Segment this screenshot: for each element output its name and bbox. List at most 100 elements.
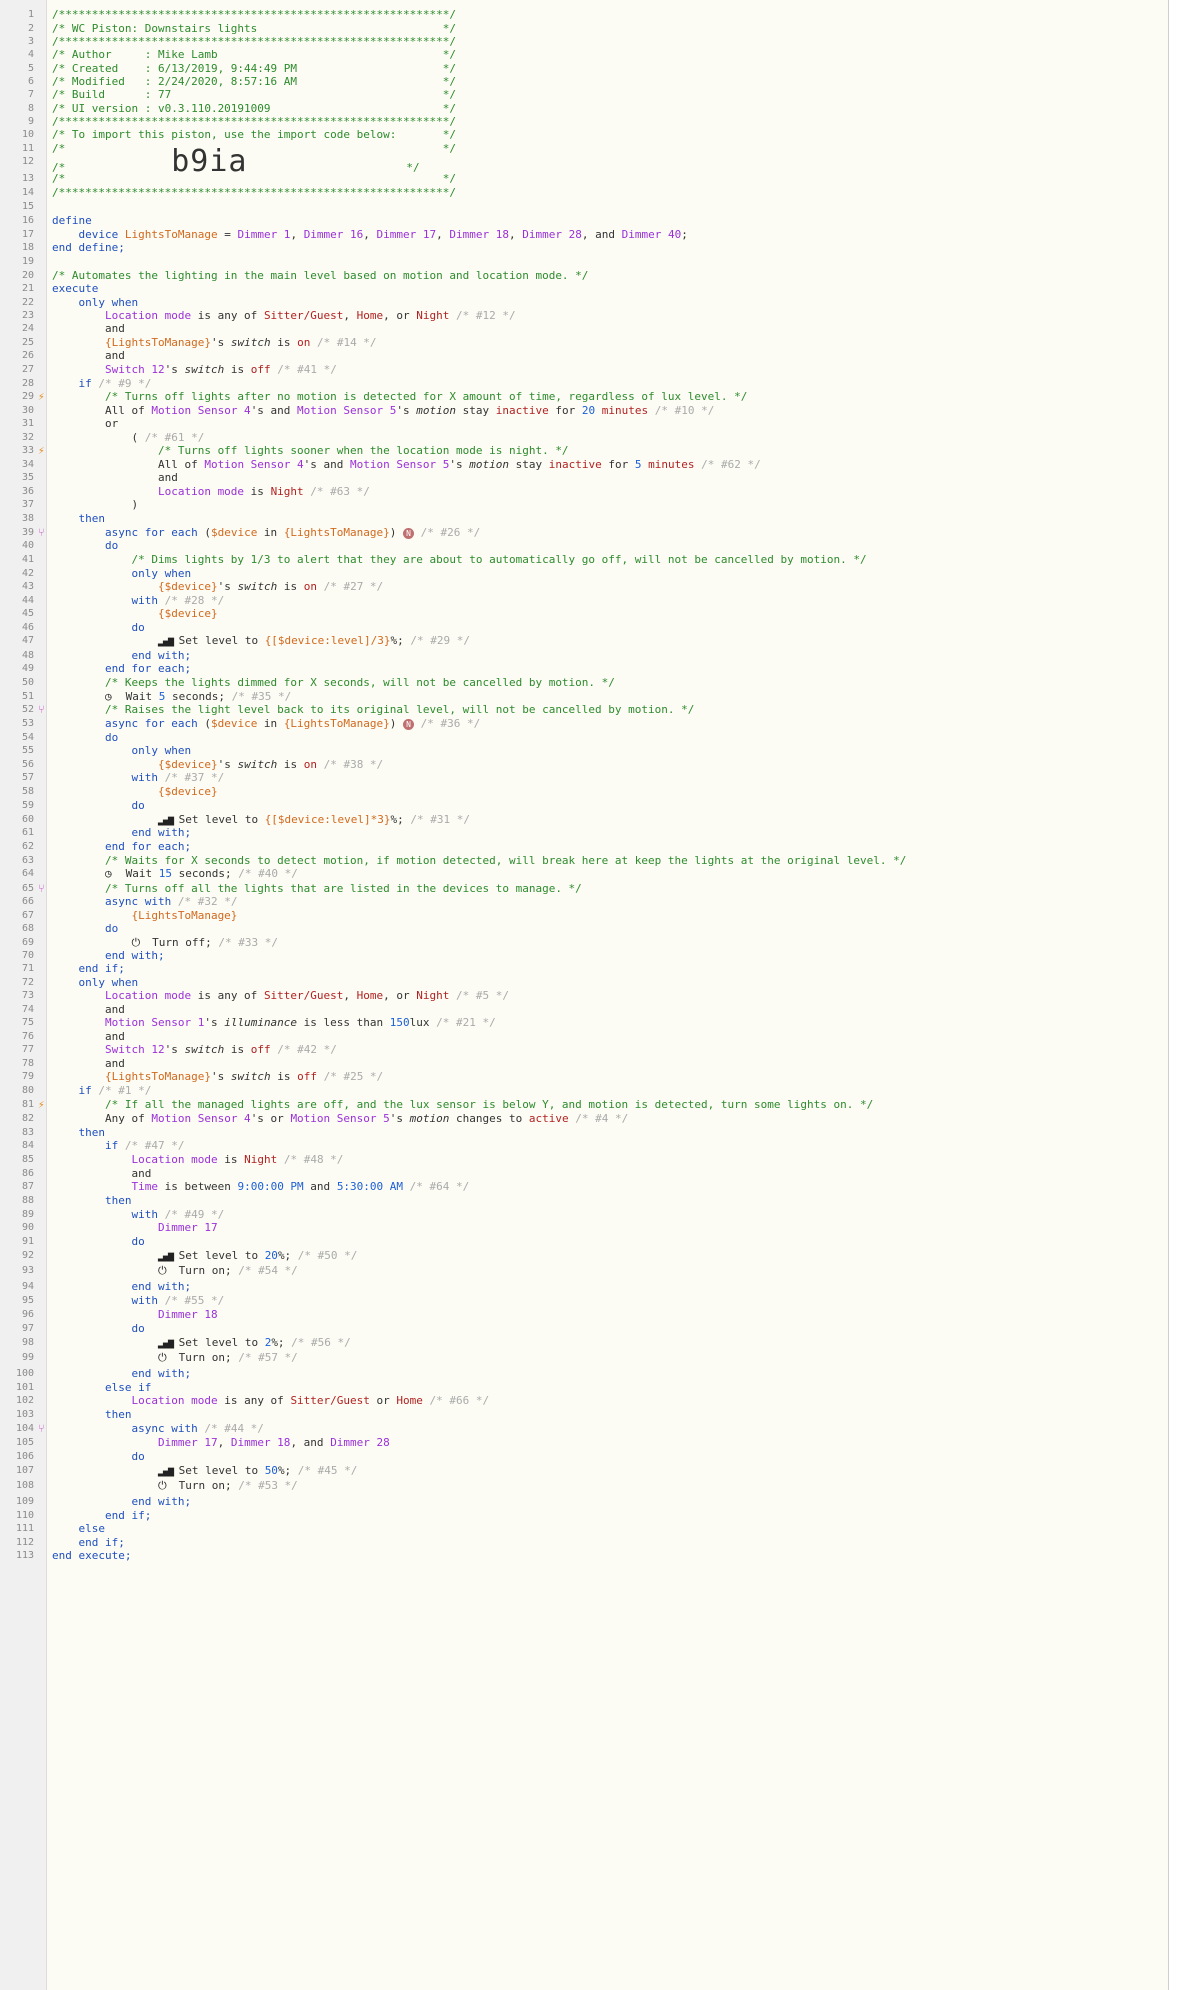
code-line[interactable]: Dimmer 18 xyxy=(52,1308,218,1322)
code-line[interactable]: Any of Motion Sensor 4's or Motion Senso… xyxy=(52,1112,628,1126)
code-line[interactable]: and xyxy=(52,1167,151,1181)
code-line[interactable]: end with; xyxy=(52,1495,191,1509)
code-line[interactable]: ▂▄▆ Set level to 50%; /* #45 */ xyxy=(52,1464,357,1479)
code-line[interactable]: then xyxy=(52,512,105,526)
code-line[interactable]: end if; xyxy=(52,1509,151,1523)
code-line[interactable]: do xyxy=(52,1235,144,1249)
code-line[interactable]: end execute; xyxy=(52,1549,131,1563)
code-line[interactable]: end with; xyxy=(52,949,165,963)
code-line[interactable]: /***************************************… xyxy=(52,35,456,49)
code-line[interactable]: only when xyxy=(52,976,138,990)
code-line[interactable]: with /* #37 */ xyxy=(52,771,224,785)
code-line[interactable]: with /* #55 */ xyxy=(52,1294,224,1308)
code-line[interactable]: with /* #28 */ xyxy=(52,594,224,608)
code-line[interactable]: then xyxy=(52,1126,105,1140)
code-line[interactable]: ⏻ Turn on; /* #57 */ xyxy=(52,1351,298,1365)
code-line[interactable]: /* Dims lights by 1/3 to alert that they… xyxy=(52,553,866,567)
code-line[interactable]: end with; xyxy=(52,1367,191,1381)
code-line[interactable]: Motion Sensor 1's illuminance is less th… xyxy=(52,1016,496,1030)
code-line[interactable]: /* Keeps the lights dimmed for X seconds… xyxy=(52,676,615,690)
code-line[interactable]: ◷ Wait 5 seconds; /* #35 */ xyxy=(52,690,291,704)
code-line[interactable]: ▂▄▆ Set level to {[$device:level]/3}%; /… xyxy=(52,634,470,649)
code-line[interactable]: end if; xyxy=(52,1536,124,1550)
code-line[interactable]: /* Turns off all the lights that are lis… xyxy=(52,882,582,896)
code-line[interactable]: {$device}'s switch is on /* #38 */ xyxy=(52,758,383,772)
lightning-bolt-icon[interactable]: ⚡ xyxy=(38,391,46,403)
code-line[interactable]: ◷ Wait 15 seconds; /* #40 */ xyxy=(52,867,298,881)
code-line[interactable]: end with; xyxy=(52,826,191,840)
code-line[interactable]: end for each; xyxy=(52,662,191,676)
code-line[interactable]: else if xyxy=(52,1381,151,1395)
code-line[interactable]: {LightsToManage}'s switch is off /* #25 … xyxy=(52,1070,383,1084)
async-fork-icon[interactable]: ⑂ xyxy=(38,883,46,895)
code-line[interactable]: only when xyxy=(52,296,138,310)
code-line[interactable]: else xyxy=(52,1522,105,1536)
code-line[interactable]: ( /* #61 */ xyxy=(52,431,204,445)
code-line[interactable]: or xyxy=(52,417,118,431)
async-fork-icon[interactable]: ⑂ xyxy=(38,1423,46,1435)
code-line[interactable]: /***************************************… xyxy=(52,115,456,129)
code-line[interactable]: if /* #9 */ xyxy=(52,377,151,391)
code-line[interactable]: async for each ($device in {LightsToMana… xyxy=(52,526,480,540)
code-line[interactable]: Location mode is any of Sitter/Guest or … xyxy=(52,1394,489,1408)
code-line[interactable]: with /* #49 */ xyxy=(52,1208,224,1222)
code-line[interactable]: /* UI version : v0.3.110.20191009 */ xyxy=(52,102,456,116)
code-line[interactable]: /* Raises the light level back to its or… xyxy=(52,703,694,717)
code-line[interactable]: /* Waits for X seconds to detect motion,… xyxy=(52,854,906,868)
code-line[interactable]: /***************************************… xyxy=(52,186,456,200)
code-line[interactable]: end define; xyxy=(52,241,125,255)
code-line[interactable]: and xyxy=(52,1030,125,1044)
code-line[interactable]: /* Author : Mike Lamb */ xyxy=(52,48,456,62)
code-line[interactable]: and xyxy=(52,322,125,336)
code-line[interactable]: only when xyxy=(52,744,191,758)
code-line[interactable]: All of Motion Sensor 4's and Motion Sens… xyxy=(52,458,761,472)
code-line[interactable]: {$device} xyxy=(52,607,218,621)
code-line[interactable]: /* Created : 6/13/2019, 9:44:49 PM */ xyxy=(52,62,456,76)
code-line[interactable]: then xyxy=(52,1194,132,1208)
code-line[interactable]: /* Turns off lights after no motion is d… xyxy=(52,390,747,404)
code-line[interactable]: /***************************************… xyxy=(52,8,456,22)
code-line[interactable]: Time is between 9:00:00 PM and 5:30:00 A… xyxy=(52,1180,469,1194)
code-line[interactable]: do xyxy=(52,731,118,745)
code-line[interactable]: ▂▄▆ Set level to 2%; /* #56 */ xyxy=(52,1336,351,1351)
code-line[interactable]: and xyxy=(52,471,178,485)
code-line[interactable]: Location mode is Night /* #63 */ xyxy=(52,485,370,499)
code-line[interactable]: do xyxy=(52,1450,144,1464)
code-line[interactable]: Location mode is Night /* #48 */ xyxy=(52,1153,343,1167)
code-line[interactable]: and xyxy=(52,1057,125,1071)
code-line[interactable]: end with; xyxy=(52,1280,191,1294)
async-fork-icon[interactable]: ⑂ xyxy=(38,527,46,539)
code-line[interactable]: if /* #1 */ xyxy=(52,1084,151,1098)
code-line[interactable]: {LightsToManage} xyxy=(52,909,237,923)
code-line[interactable]: /* To import this piston, use the import… xyxy=(52,128,456,142)
code-line[interactable]: /* Turns off lights sooner when the loca… xyxy=(52,444,569,458)
code-line[interactable]: Switch 12's switch is off /* #41 */ xyxy=(52,363,337,377)
code-line[interactable]: Location mode is any of Sitter/Guest, Ho… xyxy=(52,309,516,323)
code-line[interactable]: ⏻ Turn off; /* #33 */ xyxy=(52,936,277,950)
code-line[interactable]: {$device}'s switch is on /* #27 */ xyxy=(52,580,383,594)
code-line[interactable]: Dimmer 17, Dimmer 18, and Dimmer 28 xyxy=(52,1436,390,1450)
code-line[interactable]: ) xyxy=(52,498,138,512)
code-line[interactable]: /* If all the managed lights are off, an… xyxy=(52,1098,873,1112)
code-line[interactable]: do xyxy=(52,621,144,635)
code-line[interactable]: only when xyxy=(52,567,191,581)
code-line[interactable]: define xyxy=(52,214,92,228)
code-line[interactable]: Switch 12's switch is off /* #42 */ xyxy=(52,1043,337,1057)
code-line[interactable]: do xyxy=(52,922,118,936)
code-line[interactable]: device LightsToManage = Dimmer 1, Dimmer… xyxy=(52,228,687,242)
code-line[interactable]: do xyxy=(52,539,118,553)
code-line[interactable]: and xyxy=(52,349,125,363)
code-line[interactable]: execute xyxy=(52,282,98,296)
code-line[interactable]: /* WC Piston: Downstairs lights */ xyxy=(52,22,456,36)
code-line[interactable]: do xyxy=(52,799,144,813)
code-line[interactable]: async with /* #32 */ xyxy=(52,895,237,909)
code-line[interactable]: end with; xyxy=(52,649,191,663)
lightning-bolt-icon[interactable]: ⚡ xyxy=(38,445,46,457)
code-line[interactable]: Location mode is any of Sitter/Guest, Ho… xyxy=(52,989,509,1003)
lightning-bolt-icon[interactable]: ⚡ xyxy=(38,1099,46,1111)
code-line[interactable]: ▂▄▆ Set level to 20%; /* #50 */ xyxy=(52,1249,357,1264)
code-line[interactable]: {$device} xyxy=(52,785,218,799)
piston-code-editor[interactable]: 1 2 3 4 5 6 7 8 9 10 11 12 13 14 15 16 17 18 19 20 21 22 23 24 2… xyxy=(0,0,1169,1990)
code-line[interactable]: /* */ xyxy=(52,172,456,186)
code-line[interactable]: {LightsToManage}'s switch is on /* #14 *… xyxy=(52,336,377,350)
